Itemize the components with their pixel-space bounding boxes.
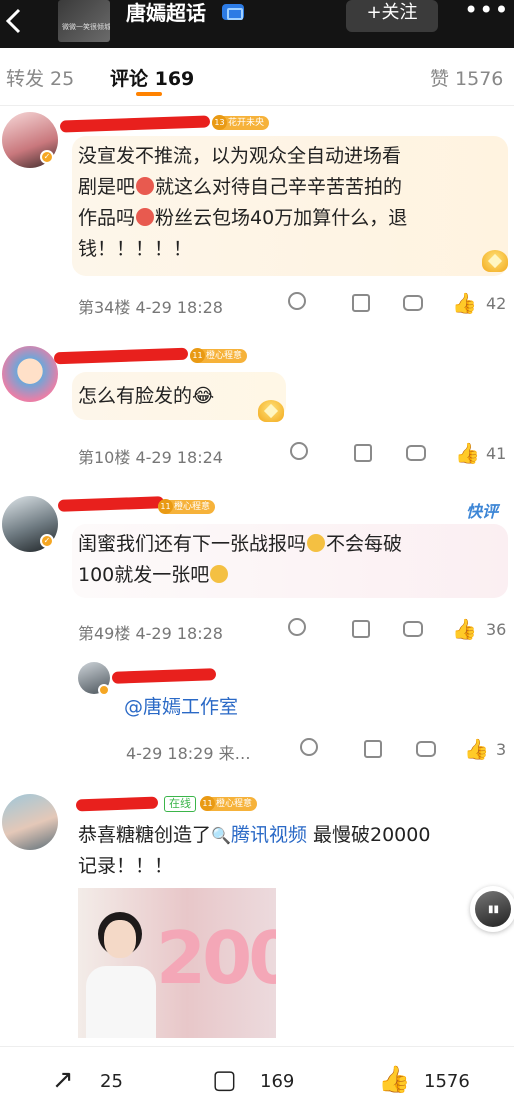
fan-level-badge: 13 花开未央	[212, 115, 270, 130]
level-number: 11	[158, 499, 173, 514]
comment-count: 169	[260, 1071, 295, 1092]
share-icon[interactable]	[352, 294, 370, 312]
angry-emoji-icon	[136, 208, 155, 226]
comment-image[interactable]: 2000	[78, 888, 276, 1038]
repost-icon[interactable]: ↗	[52, 1065, 74, 1095]
verified-icon	[98, 684, 110, 696]
more-icon[interactable]: •••	[464, 0, 508, 26]
tab-repost[interactable]: 转发 25	[6, 64, 74, 91]
username-redacted[interactable]	[75, 796, 159, 812]
comment-text: 怎么有脸发的😂	[78, 385, 215, 407]
reply-meta: 4-29 18:29 来…	[126, 744, 251, 763]
mention-link[interactable]: @唐嫣工作室	[124, 692, 238, 723]
emoji-react-icon[interactable]	[290, 442, 308, 460]
brand-label: 快评	[466, 502, 499, 521]
angry-emoji-icon	[136, 177, 155, 195]
search-icon: 🔍	[211, 826, 231, 845]
top-bar: 微微一笑很倾城 唐嫣超话 +关注 •••	[0, 0, 514, 48]
fan-level-badge: 11 橙心程意	[190, 348, 248, 363]
verified-icon: ✓	[40, 150, 54, 164]
tab-active-indicator	[136, 92, 162, 96]
username-redacted[interactable]	[53, 347, 189, 365]
fan-level-badge: 11 橙心程意	[200, 796, 258, 811]
silly-emoji-icon	[210, 565, 229, 583]
like-icon[interactable]: 👍	[464, 738, 489, 760]
avatar[interactable]	[2, 346, 58, 402]
online-badge: 在线	[164, 796, 196, 812]
super-topic-badge-icon	[222, 4, 244, 20]
comment-meta: 第49楼 4-29 18:28	[78, 624, 223, 643]
person-image	[86, 902, 156, 1038]
share-icon[interactable]	[354, 444, 372, 462]
topic-thumbnail[interactable]: 微微一笑很倾城	[58, 0, 110, 42]
like-count: 36	[486, 620, 507, 639]
fan-level-badge: 11 橙心程意	[158, 499, 216, 514]
like-count: 1576	[424, 1071, 470, 1092]
silly-emoji-icon	[307, 534, 326, 552]
like-icon[interactable]: 👍	[452, 292, 477, 314]
like-icon[interactable]: 👍	[452, 618, 477, 640]
level-name: 花开未央	[228, 118, 265, 128]
reply-icon[interactable]	[416, 741, 436, 757]
level-number: 11	[200, 796, 215, 811]
image-number-text: 2000	[156, 916, 276, 1000]
floating-music-avatar[interactable]: ▮▮	[470, 886, 514, 932]
fan-crown-icon	[254, 394, 288, 424]
emoji-react-icon[interactable]	[300, 738, 318, 756]
username-redacted[interactable]	[111, 668, 217, 684]
avatar[interactable]	[2, 794, 58, 850]
reply-icon[interactable]	[403, 621, 423, 637]
comment-text: 闺蜜我们还有下一张战报吗 不会每破 100就发一张吧	[78, 533, 403, 586]
bottom-action-bar: ↗ 25 ▢ 169 👍 1576	[0, 1046, 514, 1095]
tab-comment[interactable]: 评论 169	[110, 64, 194, 91]
comment-text: 恭喜糖糖创造了🔍腾讯视频 最慢破20000 记录！！！	[78, 824, 431, 877]
level-name: 橙心程意	[216, 799, 253, 809]
comment-text: 没宣发不推流，以为观众全自动进场看 剧是吧 就这么对待自己辛辛苦苦拍的 作品吗 粉丝…	[78, 145, 408, 260]
level-number: 13	[212, 115, 227, 130]
like-count: 42	[486, 294, 507, 313]
share-icon[interactable]	[352, 620, 370, 638]
fan-crown-icon	[478, 244, 512, 274]
thumbnail-text: 微微一笑很倾城	[62, 23, 110, 31]
emoji-react-icon[interactable]	[288, 292, 306, 310]
search-link[interactable]: 🔍腾讯视频	[211, 824, 307, 846]
like-icon[interactable]: 👍	[378, 1065, 410, 1095]
comment-meta: 第34楼 4-29 18:28	[78, 298, 223, 317]
tab-like[interactable]: 赞 1576	[430, 64, 503, 91]
emoji-react-icon[interactable]	[288, 618, 306, 636]
repost-count: 25	[100, 1071, 123, 1092]
chevron-left-icon[interactable]	[4, 6, 28, 36]
comment-icon[interactable]: ▢	[212, 1065, 237, 1095]
reply-icon[interactable]	[403, 295, 423, 311]
like-count: 41	[486, 444, 507, 463]
username-redacted[interactable]	[57, 496, 165, 512]
level-number: 11	[190, 348, 205, 363]
like-icon[interactable]: 👍	[455, 442, 480, 464]
verified-icon: ✓	[40, 534, 54, 548]
follow-button[interactable]: +关注	[346, 0, 438, 32]
level-name: 橙心程意	[206, 351, 243, 361]
audio-bars-icon: ▮▮	[488, 904, 500, 915]
share-icon[interactable]	[364, 740, 382, 758]
reply-icon[interactable]	[406, 445, 426, 461]
level-name: 橙心程意	[174, 502, 211, 512]
username-redacted[interactable]	[59, 115, 211, 133]
like-count: 3	[496, 740, 507, 759]
tab-bar: 转发 25 评论 169 赞 1576	[0, 48, 514, 106]
page-title: 唐嫣超话	[126, 1, 206, 25]
comment-meta: 第10楼 4-29 18:24	[78, 448, 223, 467]
